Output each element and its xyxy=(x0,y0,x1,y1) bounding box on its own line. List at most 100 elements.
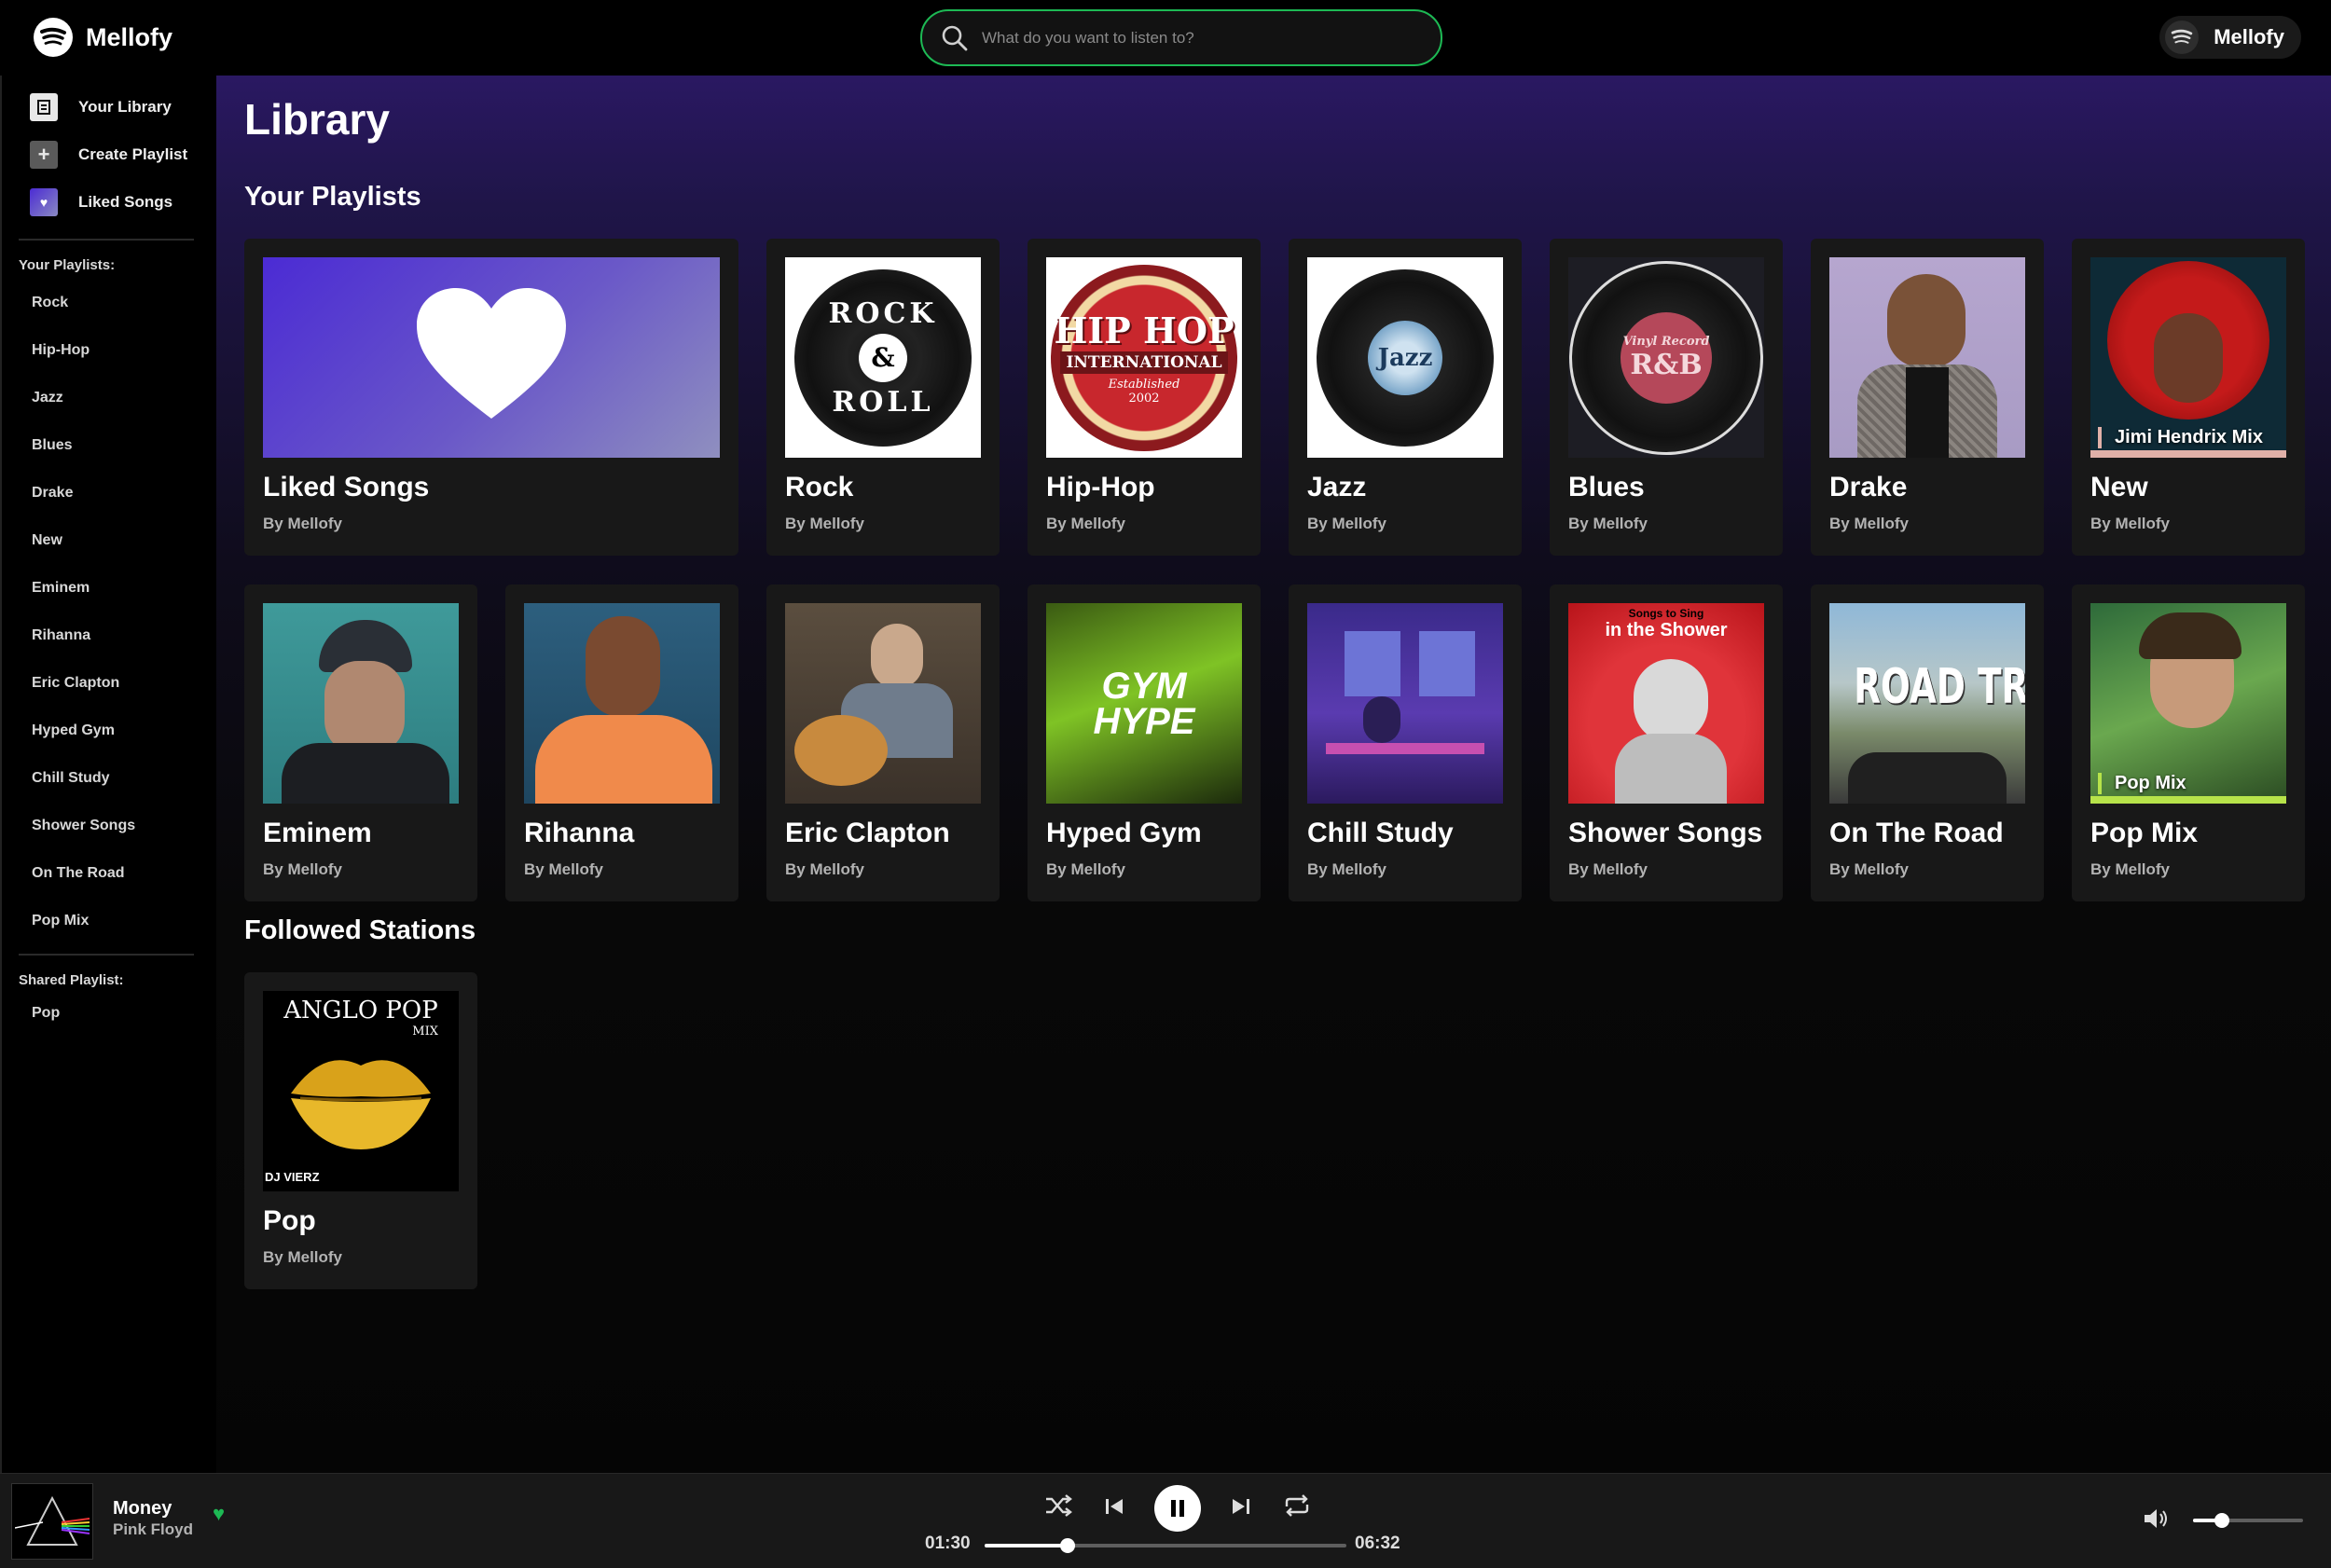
sidebar-item-your-library[interactable]: Your Library xyxy=(2,83,216,131)
pause-button[interactable] xyxy=(1154,1485,1201,1532)
cover-text: Jimi Hendrix Mix xyxy=(2098,427,2263,448)
plus-icon: + xyxy=(30,140,58,169)
library-icon xyxy=(30,92,58,121)
playlist-owner: By Mellofy xyxy=(785,860,865,878)
user-menu[interactable]: Mellofy xyxy=(2159,16,2301,59)
playlist-card-hip-hop[interactable]: HIP HOP INTERNATIONAL Established 2002 H… xyxy=(1028,239,1261,556)
user-name: Mellofy xyxy=(2214,25,2284,48)
playlist-card-eric-clapton[interactable]: Eric Clapton By Mellofy xyxy=(766,585,1000,901)
repeat-button[interactable] xyxy=(1281,1493,1313,1524)
playlist-card-jazz[interactable]: Jazz Jazz By Mellofy xyxy=(1289,239,1522,556)
chill-study-art xyxy=(1307,603,1503,804)
shuffle-button[interactable] xyxy=(1042,1493,1074,1524)
user-avatar-icon xyxy=(2165,21,2200,54)
now-playing-title[interactable]: Money xyxy=(113,1498,172,1520)
next-button[interactable] xyxy=(1225,1494,1257,1523)
playlist-cover xyxy=(785,603,981,804)
sidebar: Your Library + Create Playlist ♥ Liked S… xyxy=(0,76,216,1473)
playlist-cover: GYM HYPE xyxy=(1046,603,1242,804)
sidebar-playlist-item[interactable]: Hip-Hop xyxy=(2,326,216,374)
playlist-card-rihanna[interactable]: Rihanna By Mellofy xyxy=(505,585,738,901)
cover-text: 2002 xyxy=(1128,392,1160,406)
sidebar-playlist-item[interactable]: Drake xyxy=(2,469,216,516)
vinyl-record-icon: Jazz xyxy=(1317,268,1494,447)
playlist-card-hyped-gym[interactable]: GYM HYPE Hyped Gym By Mellofy xyxy=(1028,585,1261,901)
playlist-cover: Songs to Sing in the Shower xyxy=(1568,603,1764,804)
playback-controls xyxy=(1042,1485,1313,1532)
now-playing-cover[interactable] xyxy=(11,1483,93,1560)
sidebar-playlist-item[interactable]: Chill Study xyxy=(2,754,216,802)
shuffle-icon xyxy=(1046,1493,1072,1517)
playlist-cover: ROAD TRIP xyxy=(1829,603,2025,804)
vinyl-label: Vinyl Record R&B xyxy=(1621,311,1712,404)
sidebar-item-label: Liked Songs xyxy=(78,192,173,211)
cover-text: GYM xyxy=(1101,665,1187,707)
playlist-owner: By Mellofy xyxy=(1829,860,1910,878)
playlist-owner: By Mellofy xyxy=(1568,860,1648,878)
playlist-cover: Jazz xyxy=(1307,257,1503,458)
vinyl-record-icon: Vinyl Record R&B xyxy=(1569,260,1763,455)
now-playing-artist[interactable]: Pink Floyd xyxy=(113,1520,193,1539)
cover-text: Songs to Sing xyxy=(1628,607,1704,620)
cover-text: Pop Mix xyxy=(2098,773,2186,794)
sidebar-playlist-item[interactable]: Eminem xyxy=(2,564,216,612)
sidebar-shared-item[interactable]: Pop xyxy=(2,994,216,1033)
cover-text: in the Shower xyxy=(1605,620,1728,640)
app-logo[interactable]: Mellofy xyxy=(34,18,172,57)
playlist-cover xyxy=(524,603,720,804)
progress-handle[interactable] xyxy=(1060,1538,1075,1553)
sidebar-playlist-item[interactable]: Rock xyxy=(2,279,216,326)
sidebar-playlist-item[interactable]: Hyped Gym xyxy=(2,707,216,754)
playlist-cover xyxy=(263,257,720,458)
cover-text: R&B xyxy=(1630,348,1703,381)
playlist-cover: Jimi Hendrix Mix xyxy=(2090,257,2286,458)
search-input[interactable] xyxy=(982,28,1392,48)
playlist-owner: By Mellofy xyxy=(2090,860,2171,878)
progress-bar[interactable] xyxy=(985,1538,1346,1553)
volume-icon[interactable] xyxy=(2143,1507,2171,1536)
sidebar-item-label: Your Library xyxy=(78,97,172,116)
playlist-card-chill-study[interactable]: Chill Study By Mellofy xyxy=(1289,585,1522,901)
playlist-card-rock[interactable]: ROCK & ROLL Rock By Mellofy xyxy=(766,239,1000,556)
cover-text: DJ VIERZ xyxy=(265,1170,320,1184)
sidebar-item-liked-songs[interactable]: ♥ Liked Songs xyxy=(2,178,216,226)
playlist-card-liked-songs[interactable]: Liked Songs By Mellofy xyxy=(244,239,738,556)
playlist-name: Blues xyxy=(1568,472,1645,502)
vinyl-record-icon: ROCK & ROLL xyxy=(794,268,972,447)
progress-fill xyxy=(985,1544,1068,1547)
like-heart-icon[interactable]: ♥ xyxy=(213,1502,225,1526)
playlist-card-pop-mix[interactable]: Pop Mix Pop Mix By Mellofy xyxy=(2072,585,2305,901)
sidebar-playlist-item[interactable]: On The Road xyxy=(2,849,216,897)
playlist-name: Eric Clapton xyxy=(785,818,950,848)
main-content: Library Your Playlists Liked Songs By Me… xyxy=(216,76,2331,1473)
cover-text: INTERNATIONAL xyxy=(1060,351,1228,374)
volume-handle[interactable] xyxy=(2214,1513,2229,1528)
previous-button[interactable] xyxy=(1098,1494,1130,1523)
sidebar-playlist-item[interactable]: Jazz xyxy=(2,374,216,421)
playlist-cover xyxy=(1307,603,1503,804)
sidebar-playlist-item[interactable]: New xyxy=(2,516,216,564)
search-bar[interactable] xyxy=(920,9,1442,66)
playlist-card-new[interactable]: Jimi Hendrix Mix New By Mellofy xyxy=(2072,239,2305,556)
sidebar-playlist-item[interactable]: Shower Songs xyxy=(2,802,216,849)
station-name: Pop xyxy=(263,1205,316,1236)
road-trip-art: ROAD TRIP xyxy=(1829,603,2025,804)
playlist-card-eminem[interactable]: Eminem By Mellofy xyxy=(244,585,477,901)
playlist-card-on-the-road[interactable]: ROAD TRIP On The Road By Mellofy xyxy=(1811,585,2044,901)
sidebar-playlist-item[interactable]: Eric Clapton xyxy=(2,659,216,707)
volume-slider[interactable] xyxy=(2193,1513,2303,1528)
station-card-pop[interactable]: ANGLO POP MIX DJ VIERZ Pop By Mellofy xyxy=(244,972,477,1289)
playlist-card-blues[interactable]: Vinyl Record R&B Blues By Mellofy xyxy=(1550,239,1783,556)
cover-text: & xyxy=(859,333,907,382)
sidebar-item-create-playlist[interactable]: + Create Playlist xyxy=(2,131,216,178)
playlist-name: Pop Mix xyxy=(2090,818,2199,848)
cover-text: ANGLO POP xyxy=(283,997,438,1025)
sidebar-playlist-item[interactable]: Rihanna xyxy=(2,612,216,659)
playlist-name: Drake xyxy=(1829,472,1908,502)
eminem-photo xyxy=(263,603,459,804)
playlist-card-drake[interactable]: Drake By Mellofy xyxy=(1811,239,2044,556)
playlist-card-shower-songs[interactable]: Songs to Sing in the Shower Shower Songs… xyxy=(1550,585,1783,901)
sidebar-playlist-item[interactable]: Blues xyxy=(2,421,216,469)
stations-section-title: Followed Stations xyxy=(244,915,476,945)
sidebar-playlist-item[interactable]: Pop Mix xyxy=(2,897,216,944)
